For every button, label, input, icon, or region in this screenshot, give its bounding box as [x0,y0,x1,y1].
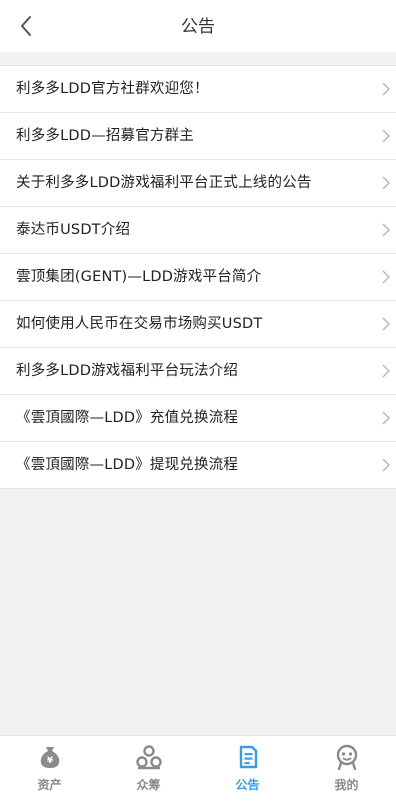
announcement-title: 利多多LDD—招募官方群主 [16,128,195,144]
announcement-title: 《雲頂國際—LDD》提现兑换流程 [16,457,239,473]
page-title: 公告 [181,17,215,37]
top-nav-bar: 公告 [0,0,396,52]
crowdfunding-icon [135,745,162,770]
announcement-item[interactable]: 《雲頂國際—LDD》提现兑换流程 [0,442,396,489]
chevron-right-icon [382,364,390,378]
announcement-title: 《雲頂國際—LDD》充值兑换流程 [16,410,239,426]
announcement-item[interactable]: 泰达币USDT介绍 [0,207,396,254]
svg-text:¥: ¥ [46,756,53,766]
chevron-right-icon [382,176,390,190]
announcement-item[interactable]: 雲顶集团(GENT)—LDD游戏平台简介 [0,254,396,301]
announcement-item[interactable]: 利多多LDD游戏福利平台玩法介绍 [0,348,396,395]
money-bag-icon: ¥ [40,747,59,768]
tab-profile[interactable]: 我的 [297,736,396,806]
announcement-item[interactable]: 关于利多多LDD游戏福利平台正式上线的公告 [0,160,396,207]
chevron-right-icon [382,82,390,96]
tab-assets[interactable]: ¥ 资产 [0,736,99,806]
tab-label: 公告 [235,778,260,792]
chevron-right-icon [382,223,390,237]
announcement-list: 利多多LDD官方社群欢迎您！ 利多多LDD—招募官方群主 关于利多多LDD游戏福… [0,65,396,489]
chevron-right-icon [382,129,390,143]
chevron-right-icon [382,270,390,284]
announcement-title: 关于利多多LDD游戏福利平台正式上线的公告 [16,175,312,191]
tab-label: 众筹 [136,778,161,792]
tab-label: 资产 [37,778,62,792]
announcement-title: 泰达币USDT介绍 [16,222,131,238]
tab-label: 我的 [334,778,359,792]
announcement-item[interactable]: 利多多LDD—招募官方群主 [0,113,396,160]
chevron-right-icon [382,317,390,331]
tab-crowdfunding[interactable]: 众筹 [99,736,198,806]
profile-avatar-icon [336,744,357,770]
announcement-title: 利多多LDD官方社群欢迎您！ [16,81,209,97]
announcement-title: 雲顶集团(GENT)—LDD游戏平台简介 [16,269,262,285]
bottom-tab-bar: ¥ 资产 众筹 公告 我的 [0,735,396,806]
tab-notice[interactable]: 公告 [198,736,297,806]
announcement-item[interactable]: 利多多LDD官方社群欢迎您！ [0,65,396,113]
announcement-title: 如何使用人民币在交易市场购买USDT [16,316,263,332]
announcement-item[interactable]: 如何使用人民币在交易市场购买USDT [0,301,396,348]
notice-document-icon [239,745,257,769]
chevron-right-icon [382,458,390,472]
announcement-title: 利多多LDD游戏福利平台玩法介绍 [16,363,239,379]
announcement-item[interactable]: 《雲頂國際—LDD》充值兑换流程 [0,395,396,442]
chevron-right-icon [382,411,390,425]
